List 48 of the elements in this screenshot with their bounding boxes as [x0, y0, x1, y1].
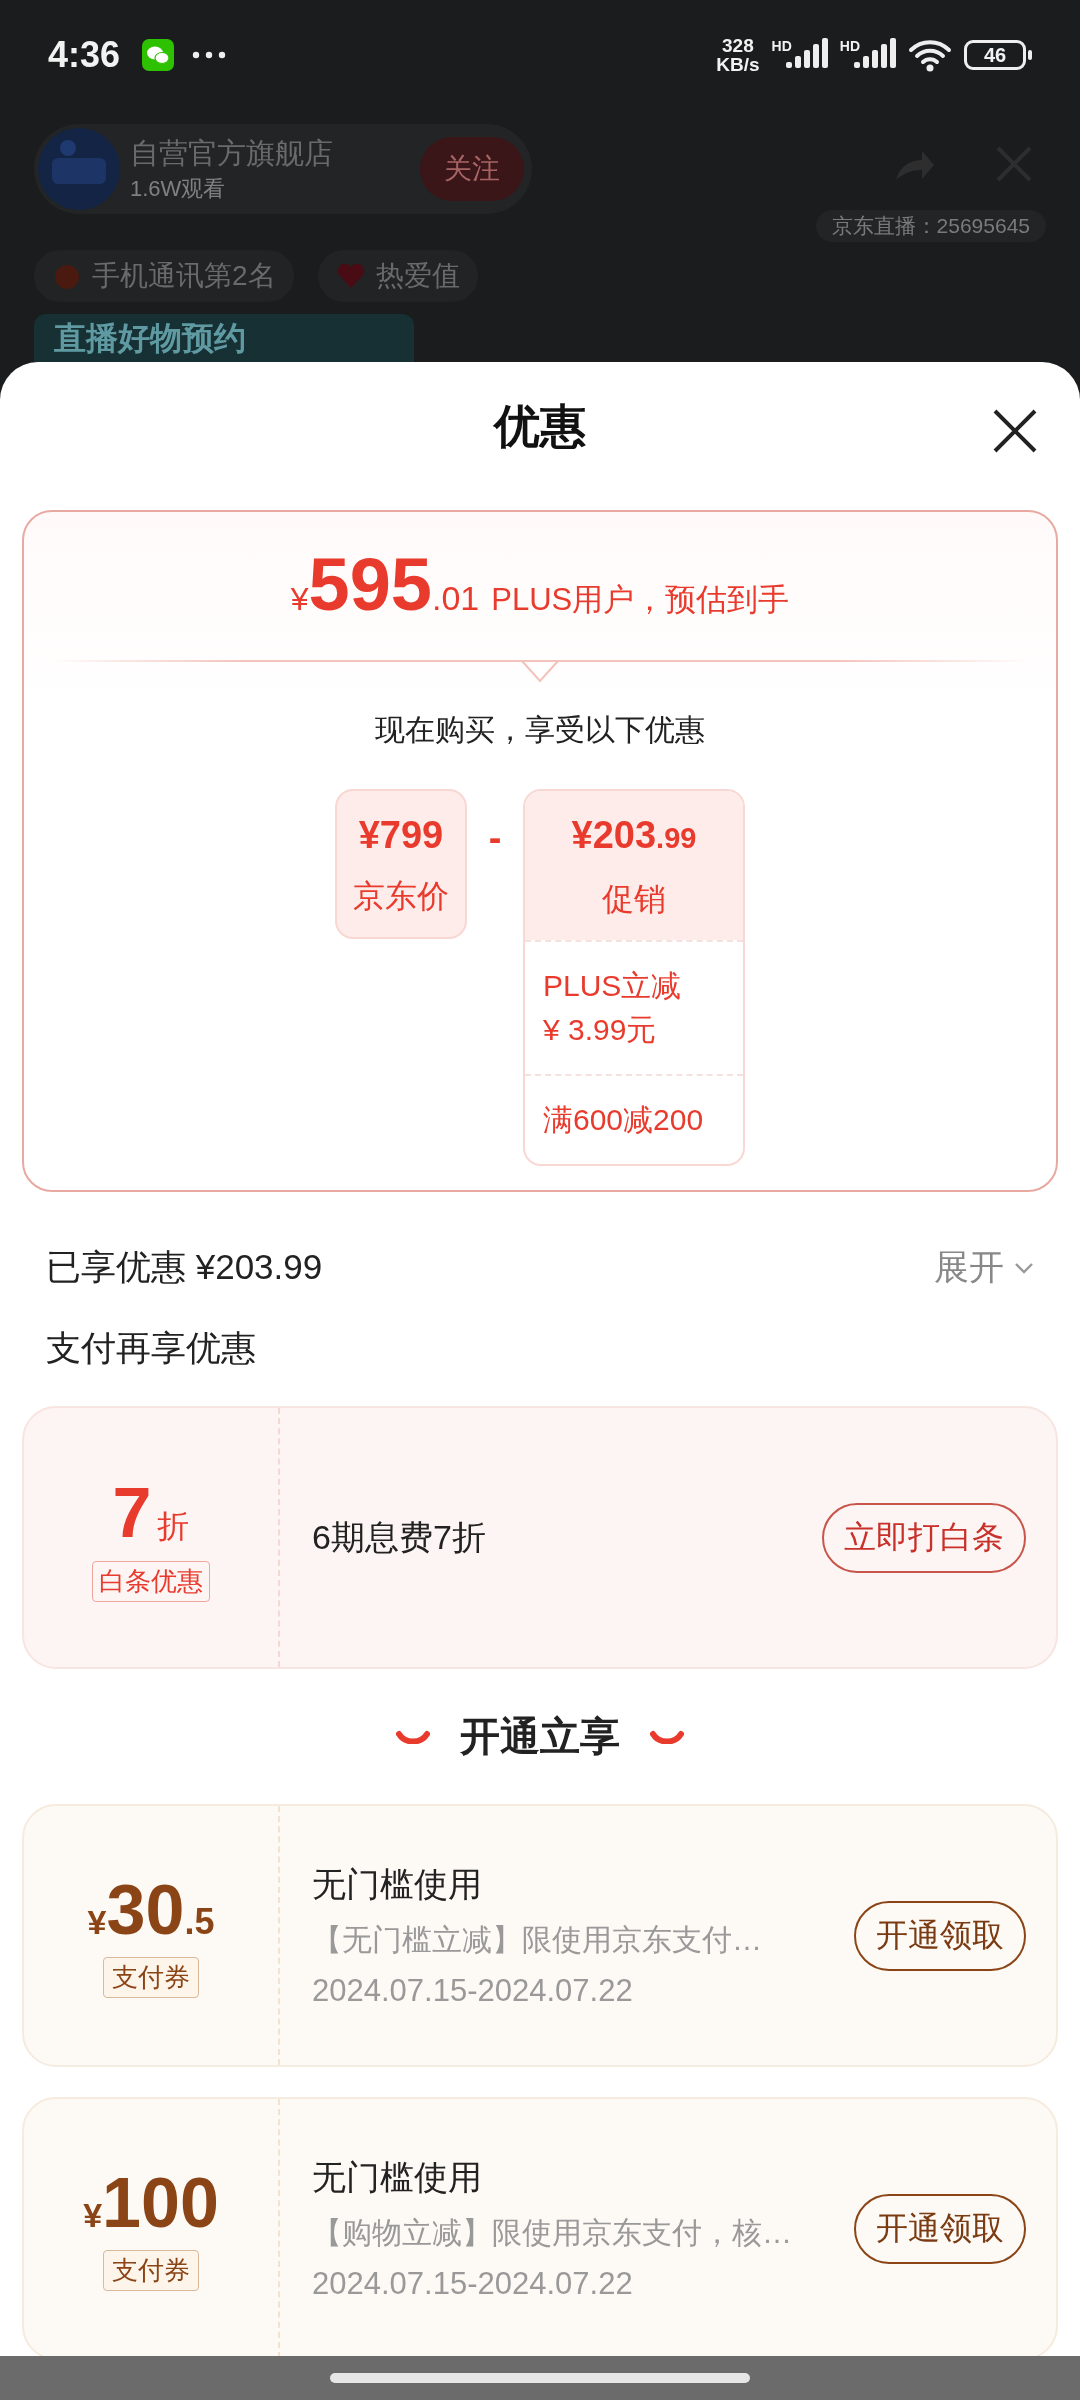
room-id-label: 京东直播：25695645: [815, 210, 1046, 242]
coupon-title: 无门槛使用: [312, 2157, 483, 2198]
wifi-icon: [908, 38, 952, 72]
section-title: 支付再享优惠: [45, 1327, 257, 1369]
claim-button[interactable]: 开通领取: [854, 2193, 1026, 2264]
smile-curve-icon: [650, 1729, 684, 1744]
clock: 4:36: [48, 34, 121, 76]
smile-curve-icon: [396, 1729, 430, 1744]
offer-tag: 白条优惠: [92, 1561, 210, 1602]
coupon-tag: 支付券: [103, 2250, 199, 2291]
sheet-title: 优惠: [494, 399, 586, 454]
discount-rate: 7 折: [112, 1473, 190, 1553]
minus-sign: -: [487, 816, 503, 860]
offer-description: 6期息费7折: [312, 1516, 486, 1558]
section-title: 开通立享: [460, 1713, 620, 1760]
promotion-box: ¥203.99 促销 PLUS立减 ¥ 3.99元 满600减200: [523, 789, 745, 1166]
network-type-label: HD: [839, 38, 860, 54]
coupon-tag: 支付券: [103, 1957, 199, 1998]
promotion-detail: PLUS立减 ¥ 3.99元: [525, 940, 743, 1074]
reserve-banner[interactable]: 直播好物预约: [34, 314, 414, 362]
coupon-description: 【购物立减】限使用京东支付，核…: [312, 2215, 793, 2251]
viewer-count: 1.6W观看: [130, 175, 227, 203]
chat-app-icon: [142, 39, 175, 71]
close-button[interactable]: [992, 408, 1038, 454]
coupon-description: 【无门槛立减】限使用京东支付…: [312, 1922, 763, 1958]
coupon-amount: ¥30.5: [87, 1873, 215, 1947]
close-icon: [992, 408, 1038, 454]
estimate-note: PLUS用户，预估到手: [491, 581, 790, 619]
expand-button[interactable]: 展开: [934, 1244, 1034, 1291]
enjoyed-discount: 已享优惠 ¥203.99: [46, 1246, 323, 1288]
notch-icon: [520, 660, 560, 684]
more-icon: [192, 51, 227, 59]
rank-tag[interactable]: 热爱值: [317, 250, 478, 302]
use-baitiao-button[interactable]: 立即打白条: [822, 1502, 1026, 1573]
follow-button[interactable]: 关注: [420, 137, 524, 201]
claim-button[interactable]: 开通领取: [854, 1900, 1026, 1971]
network-type-label: HD: [771, 38, 792, 54]
store-name: 自营官方旗舰店: [130, 136, 334, 171]
coupon-amount: ¥100: [83, 2166, 219, 2240]
promotion-detail: 满600减200: [525, 1074, 743, 1164]
estimated-price: ¥595.01: [290, 548, 481, 622]
list-price-box: ¥799 京东价: [335, 789, 467, 939]
intro-text: 现在购买，享受以下优惠: [374, 712, 706, 748]
rank-tag[interactable]: 手机通讯第2名: [34, 250, 294, 302]
validity-dates: 2024.07.15-2024.07.22: [312, 2266, 634, 2302]
coupon-title: 无门槛使用: [312, 1864, 483, 1905]
validity-dates: 2024.07.15-2024.07.22: [312, 1973, 634, 2009]
network-speed: 328 KB/s: [716, 36, 760, 74]
